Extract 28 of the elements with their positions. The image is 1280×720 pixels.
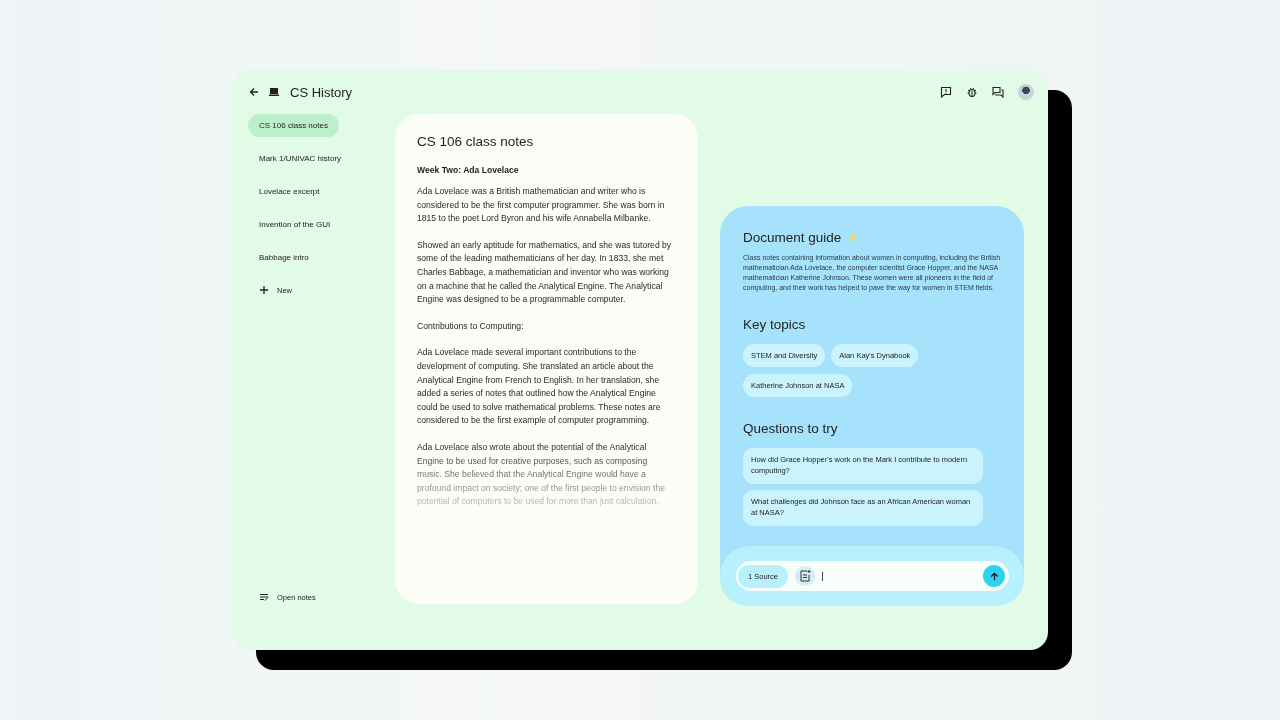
sidebar-item[interactable]: CS 106 class notes	[248, 114, 339, 137]
send-button[interactable]	[983, 565, 1005, 587]
up-arrow-icon	[988, 570, 1000, 582]
text-cursor	[822, 571, 824, 581]
paragraph: Contributions to Computing:	[417, 319, 525, 333]
bug-icon[interactable]	[966, 86, 978, 98]
guide-title: Document guide	[743, 230, 842, 245]
chat-icon[interactable]	[992, 86, 1004, 98]
sidebar-item[interactable]: Invention of the GUI	[248, 213, 342, 236]
avatar[interactable]	[1018, 84, 1034, 100]
notes-icon	[259, 592, 269, 602]
document-heading: Week Two: Ada Lovelace	[417, 165, 520, 175]
sidebar-item[interactable]: Babbage intro	[248, 246, 320, 269]
back-arrow-icon[interactable]	[248, 86, 260, 98]
sparkle-icon	[847, 232, 859, 243]
sidebar-item[interactable]: Mark 1/UNIVAC history	[248, 147, 353, 170]
sidebar-item[interactable]: Lovelace excerpt	[248, 180, 331, 203]
window-title: CS History	[290, 84, 353, 100]
feedback-icon[interactable]	[940, 86, 952, 98]
paragraph: Showed an early aptitude for mathematics, and she was tutored by some of the leading mathematicians of her day. In 1833, she met Charles Babbage, a mathematician and inventor who was working on a machine that he called the Analytical Engine. The Analytical Engine was designed to be a programmable computer.	[417, 238, 672, 307]
paragraph: Ada Lovelace was a British mathematician and writer who is considered to be the first computer programmer. She was born in 1815 to the poet Lord Byron and his wife Annabella Milbanke.	[417, 185, 666, 226]
laptop-icon	[268, 86, 280, 98]
section-title: Key topics	[743, 317, 807, 332]
section-title: Questions to try	[743, 421, 839, 436]
document-title: CS 106 class notes	[417, 134, 535, 149]
plus-icon	[259, 285, 269, 295]
add-note-icon[interactable]	[795, 566, 816, 586]
paragraph: Ada Lovelace made several important contributions to the development of computing. She translated an article about the Analytical Engine from French to English. In her translation, she added a series of notes that outlined how the Analytical Engine could be used to solve mathematical problems. These notes are considered to be the first example of computer programming.	[417, 346, 662, 428]
